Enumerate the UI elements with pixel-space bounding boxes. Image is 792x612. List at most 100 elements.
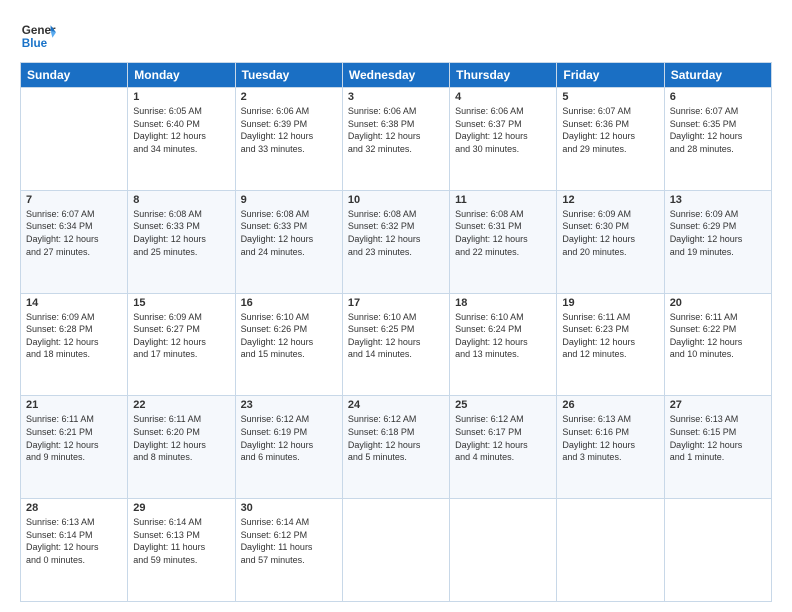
day-info: Sunrise: 6:08 AMSunset: 6:32 PMDaylight:…	[348, 208, 444, 258]
generalblue-logo-icon: General Blue	[20, 18, 56, 54]
day-info: Sunrise: 6:13 AMSunset: 6:14 PMDaylight:…	[26, 516, 122, 566]
calendar-cell: 24 Sunrise: 6:12 AMSunset: 6:18 PMDayligh…	[342, 396, 449, 499]
day-number: 21	[26, 399, 122, 411]
day-number: 6	[670, 91, 766, 103]
day-number: 3	[348, 91, 444, 103]
day-number: 11	[455, 194, 551, 206]
day-info: Sunrise: 6:11 AMSunset: 6:21 PMDaylight:…	[26, 413, 122, 463]
svg-text:Blue: Blue	[22, 37, 48, 50]
calendar-cell: 20Sunrise: 6:11 AMSunset: 6:22 PMDayligh…	[664, 293, 771, 396]
calendar-cell: 4 Sunrise: 6:06 AMSunset: 6:37 PMDaylight…	[450, 88, 557, 191]
calendar-cell: 28 Sunrise: 6:13 AMSunset: 6:14 PMDayligh…	[21, 499, 128, 602]
day-number: 30	[241, 502, 337, 514]
day-number: 26	[562, 399, 658, 411]
day-number: 10	[348, 194, 444, 206]
calendar-cell: 27 Sunrise: 6:13 AMSunset: 6:15 PMDayligh…	[664, 396, 771, 499]
calendar-cell: 11 Sunrise: 6:08 AMSunset: 6:31 PMDayligh…	[450, 190, 557, 293]
dow-header-wednesday: Wednesday	[342, 63, 449, 88]
week-row-2: 7Sunrise: 6:07 AMSunset: 6:34 PMDaylight…	[21, 190, 772, 293]
calendar-cell: 26 Sunrise: 6:13 AMSunset: 6:16 PMDayligh…	[557, 396, 664, 499]
day-info: Sunrise: 6:10 AMSunset: 6:24 PMDaylight:…	[455, 311, 551, 361]
calendar-cell: 29Sunrise: 6:14 AMSunset: 6:13 PMDayligh…	[128, 499, 235, 602]
day-info: Sunrise: 6:09 AMSunset: 6:30 PMDaylight:…	[562, 208, 658, 258]
day-info: Sunrise: 6:13 AMSunset: 6:15 PMDaylight:…	[670, 413, 766, 463]
day-info: Sunrise: 6:08 AMSunset: 6:33 PMDaylight:…	[241, 208, 337, 258]
day-number: 1	[133, 91, 229, 103]
day-info: Sunrise: 6:12 AMSunset: 6:18 PMDaylight:…	[348, 413, 444, 463]
day-number: 7	[26, 194, 122, 206]
calendar-cell: 22Sunrise: 6:11 AMSunset: 6:20 PMDayligh…	[128, 396, 235, 499]
calendar-cell: 17 Sunrise: 6:10 AMSunset: 6:25 PMDayligh…	[342, 293, 449, 396]
day-info: Sunrise: 6:12 AMSunset: 6:19 PMDaylight:…	[241, 413, 337, 463]
day-info: Sunrise: 6:08 AMSunset: 6:33 PMDaylight:…	[133, 208, 229, 258]
page: General Blue SundayMondayTuesdayWednesda…	[0, 0, 792, 612]
day-info: Sunrise: 6:07 AMSunset: 6:36 PMDaylight:…	[562, 105, 658, 155]
day-info: Sunrise: 6:14 AMSunset: 6:12 PMDaylight:…	[241, 516, 337, 566]
dow-header-monday: Monday	[128, 63, 235, 88]
day-info: Sunrise: 6:11 AMSunset: 6:22 PMDaylight:…	[670, 311, 766, 361]
day-info: Sunrise: 6:11 AMSunset: 6:23 PMDaylight:…	[562, 311, 658, 361]
calendar-cell: 9 Sunrise: 6:08 AMSunset: 6:33 PMDaylight…	[235, 190, 342, 293]
day-info: Sunrise: 6:09 AMSunset: 6:28 PMDaylight:…	[26, 311, 122, 361]
calendar-cell	[21, 88, 128, 191]
week-row-5: 28 Sunrise: 6:13 AMSunset: 6:14 PMDayligh…	[21, 499, 772, 602]
day-info: Sunrise: 6:13 AMSunset: 6:16 PMDaylight:…	[562, 413, 658, 463]
header: General Blue	[20, 18, 772, 54]
calendar-cell: 2 Sunrise: 6:06 AMSunset: 6:39 PMDaylight…	[235, 88, 342, 191]
calendar-cell: 18Sunrise: 6:10 AMSunset: 6:24 PMDayligh…	[450, 293, 557, 396]
day-number: 8	[133, 194, 229, 206]
day-number: 27	[670, 399, 766, 411]
calendar-cell: 10 Sunrise: 6:08 AMSunset: 6:32 PMDayligh…	[342, 190, 449, 293]
calendar-body: 1 Sunrise: 6:05 AMSunset: 6:40 PMDaylight…	[21, 88, 772, 602]
day-info: Sunrise: 6:06 AMSunset: 6:38 PMDaylight:…	[348, 105, 444, 155]
dow-header-friday: Friday	[557, 63, 664, 88]
day-number: 4	[455, 91, 551, 103]
day-info: Sunrise: 6:05 AMSunset: 6:40 PMDaylight:…	[133, 105, 229, 155]
day-number: 9	[241, 194, 337, 206]
day-number: 13	[670, 194, 766, 206]
day-number: 25	[455, 399, 551, 411]
day-info: Sunrise: 6:06 AMSunset: 6:39 PMDaylight:…	[241, 105, 337, 155]
calendar-cell: 23 Sunrise: 6:12 AMSunset: 6:19 PMDayligh…	[235, 396, 342, 499]
calendar-cell: 25 Sunrise: 6:12 AMSunset: 6:17 PMDayligh…	[450, 396, 557, 499]
calendar-cell: 5 Sunrise: 6:07 AMSunset: 6:36 PMDaylight…	[557, 88, 664, 191]
calendar-cell: 8 Sunrise: 6:08 AMSunset: 6:33 PMDaylight…	[128, 190, 235, 293]
calendar-table: SundayMondayTuesdayWednesdayThursdayFrid…	[20, 62, 772, 602]
calendar-cell	[557, 499, 664, 602]
day-number: 14	[26, 297, 122, 309]
day-number: 28	[26, 502, 122, 514]
calendar-cell: 7Sunrise: 6:07 AMSunset: 6:34 PMDaylight…	[21, 190, 128, 293]
calendar-cell: 14 Sunrise: 6:09 AMSunset: 6:28 PMDayligh…	[21, 293, 128, 396]
calendar-cell: 30 Sunrise: 6:14 AMSunset: 6:12 PMDayligh…	[235, 499, 342, 602]
day-number: 23	[241, 399, 337, 411]
day-number: 12	[562, 194, 658, 206]
calendar-cell: 21 Sunrise: 6:11 AMSunset: 6:21 PMDayligh…	[21, 396, 128, 499]
week-row-1: 1 Sunrise: 6:05 AMSunset: 6:40 PMDaylight…	[21, 88, 772, 191]
day-number: 15	[133, 297, 229, 309]
day-number: 17	[348, 297, 444, 309]
day-info: Sunrise: 6:08 AMSunset: 6:31 PMDaylight:…	[455, 208, 551, 258]
day-info: Sunrise: 6:07 AMSunset: 6:35 PMDaylight:…	[670, 105, 766, 155]
calendar-cell: 13 Sunrise: 6:09 AMSunset: 6:29 PMDayligh…	[664, 190, 771, 293]
calendar-cell: 3 Sunrise: 6:06 AMSunset: 6:38 PMDaylight…	[342, 88, 449, 191]
day-info: Sunrise: 6:12 AMSunset: 6:17 PMDaylight:…	[455, 413, 551, 463]
dow-header-saturday: Saturday	[664, 63, 771, 88]
calendar-cell	[450, 499, 557, 602]
calendar-cell: 15 Sunrise: 6:09 AMSunset: 6:27 PMDayligh…	[128, 293, 235, 396]
calendar-cell: 19 Sunrise: 6:11 AMSunset: 6:23 PMDayligh…	[557, 293, 664, 396]
day-info: Sunrise: 6:10 AMSunset: 6:25 PMDaylight:…	[348, 311, 444, 361]
week-row-3: 14 Sunrise: 6:09 AMSunset: 6:28 PMDayligh…	[21, 293, 772, 396]
day-number: 5	[562, 91, 658, 103]
day-number: 19	[562, 297, 658, 309]
calendar-cell: 6 Sunrise: 6:07 AMSunset: 6:35 PMDaylight…	[664, 88, 771, 191]
day-info: Sunrise: 6:06 AMSunset: 6:37 PMDaylight:…	[455, 105, 551, 155]
dow-header-sunday: Sunday	[21, 63, 128, 88]
calendar-cell: 12 Sunrise: 6:09 AMSunset: 6:30 PMDayligh…	[557, 190, 664, 293]
day-info: Sunrise: 6:09 AMSunset: 6:27 PMDaylight:…	[133, 311, 229, 361]
day-number: 16	[241, 297, 337, 309]
day-number: 24	[348, 399, 444, 411]
day-number: 2	[241, 91, 337, 103]
day-info: Sunrise: 6:09 AMSunset: 6:29 PMDaylight:…	[670, 208, 766, 258]
calendar-cell: 16Sunrise: 6:10 AMSunset: 6:26 PMDayligh…	[235, 293, 342, 396]
day-number: 29	[133, 502, 229, 514]
